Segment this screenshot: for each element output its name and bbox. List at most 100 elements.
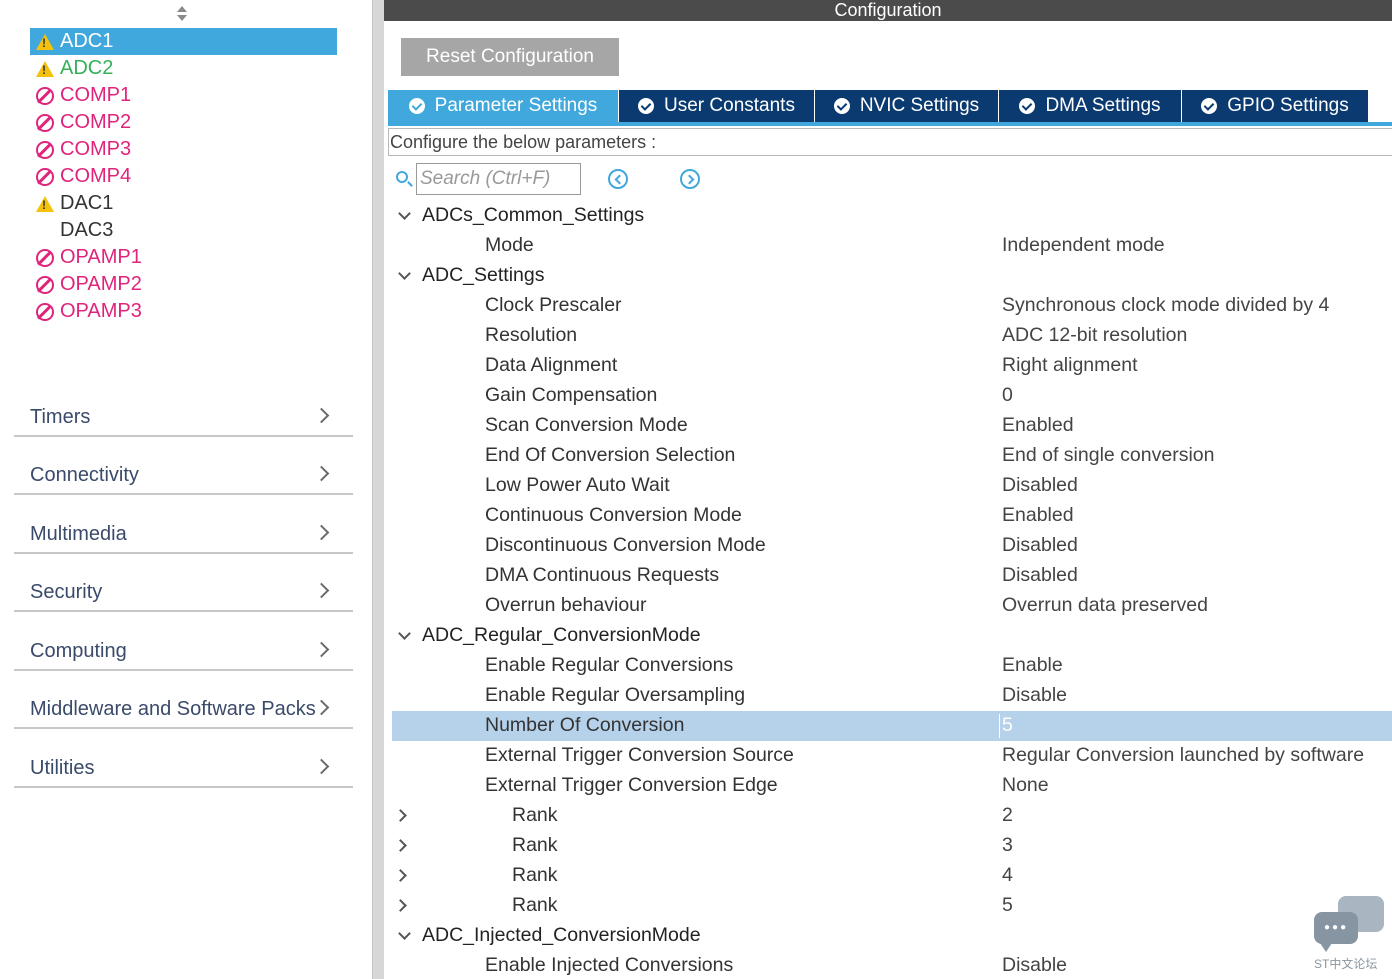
parameter-row[interactable]: Discontinuous Conversion Mode Disabled	[392, 531, 1392, 561]
peripheral-label: ADC2	[60, 57, 114, 79]
peripheral-item[interactable]: ADC1	[30, 28, 337, 55]
chevron-right-icon[interactable]	[394, 869, 407, 882]
settings-tab[interactable]: GPIO Settings	[1182, 90, 1369, 122]
peripheral-item[interactable]: OPAMP3	[30, 298, 337, 325]
parameter-row[interactable]: Enable Regular Conversions Enable	[392, 651, 1392, 681]
text-cursor	[999, 714, 1000, 738]
category-item[interactable]: Multimedia	[14, 495, 353, 554]
category-label: Security	[30, 581, 103, 603]
settings-tab[interactable]: User Constants	[619, 90, 815, 122]
peripheral-label: COMP3	[60, 138, 132, 160]
parameter-row[interactable]: Number Of Conversion 5	[392, 711, 1392, 741]
parameter-value: Disable	[1002, 684, 1068, 706]
peripheral-label: DAC1	[60, 192, 114, 214]
parameter-row[interactable]: DMA Continuous Requests Disabled	[392, 561, 1392, 591]
category-label: Computing	[30, 639, 127, 662]
category-item[interactable]: Connectivity	[14, 437, 353, 495]
parameter-group[interactable]: ADC_Injected_ConversionMode	[392, 921, 1392, 951]
ban-circle	[36, 275, 54, 294]
chevron-right-icon	[313, 582, 330, 599]
chevron-down-icon[interactable]	[398, 627, 411, 640]
parameter-name: Rank	[512, 894, 558, 916]
parameter-group[interactable]: ADC_Settings	[392, 261, 1392, 291]
category-item[interactable]: Middleware and Software Packs	[14, 671, 353, 729]
parameter-row[interactable]: Gain Compensation 0	[392, 381, 1392, 411]
previous-match-icon[interactable]	[608, 169, 628, 189]
settings-tab[interactable]: NVIC Settings	[815, 90, 999, 122]
peripheral-sidebar: ADC1 ADC2 COMP1 COMP2 COMP3 COMP4 DAC1 DAC3 OPAM…	[0, 0, 370, 979]
chevron-right-icon	[313, 524, 330, 540]
chevron-right-icon	[313, 758, 330, 774]
category-label: Multimedia	[30, 522, 127, 545]
parameter-row[interactable]: External Trigger Conversion Source Regula…	[392, 741, 1392, 771]
peripheral-item[interactable]: COMP1	[30, 82, 337, 109]
parameter-row[interactable]: Overrun behaviour Overrun data preserved	[392, 591, 1392, 621]
parameter-value: Enable	[1002, 654, 1063, 676]
parameter-row[interactable]: Clock Prescaler Synchronous clock mode di…	[392, 291, 1392, 321]
disabled-icon	[30, 167, 60, 186]
disabled-icon	[30, 248, 60, 267]
parameter-name: Rank	[512, 834, 558, 856]
parameter-row[interactable]: Mode Independent mode	[392, 231, 1392, 261]
peripheral-label: COMP4	[60, 165, 132, 187]
check-circle-icon	[638, 98, 655, 114]
peripheral-item[interactable]: DAC1	[30, 190, 337, 217]
peripheral-item[interactable]: OPAMP1	[30, 244, 337, 271]
ban-circle	[36, 140, 54, 159]
category-item[interactable]: Utilities	[14, 729, 353, 788]
category-item[interactable]: Computing	[14, 612, 353, 671]
chevron-down-icon[interactable]	[398, 267, 411, 280]
sort-icon[interactable]	[175, 5, 189, 23]
parameter-group[interactable]: ADCs_Common_Settings	[392, 201, 1392, 231]
parameter-name: Number Of Conversion	[485, 714, 685, 736]
chevron-down-icon[interactable]	[398, 207, 411, 220]
parameter-row[interactable]: End Of Conversion Selection End of single…	[392, 441, 1392, 471]
parameter-name: ADC_Injected_ConversionMode	[422, 924, 701, 946]
parameter-row[interactable]: External Trigger Conversion Edge None	[392, 771, 1392, 801]
parameter-row[interactable]: Enable Regular Oversampling Disable	[392, 681, 1392, 711]
parameter-row[interactable]: Rank 4	[392, 861, 1392, 891]
warning-triangle	[36, 33, 54, 50]
parameter-row[interactable]: Enable Injected Conversions Disable	[392, 951, 1392, 979]
parameter-row[interactable]: Resolution ADC 12-bit resolution	[392, 321, 1392, 351]
chevron-right-icon[interactable]	[394, 839, 407, 852]
panel-splitter[interactable]	[372, 0, 384, 979]
parameter-row[interactable]: Low Power Auto Wait Disabled	[392, 471, 1392, 501]
parameter-row[interactable]: Data Alignment Right alignment	[392, 351, 1392, 381]
peripheral-item[interactable]: ADC2	[30, 55, 337, 82]
parameter-row[interactable]: Rank 3	[392, 831, 1392, 861]
parameter-value[interactable]: 5	[1002, 714, 1013, 737]
peripheral-item[interactable]: COMP3	[30, 136, 337, 163]
ban-circle	[36, 167, 54, 186]
chevron-right-icon[interactable]	[394, 809, 407, 822]
parameter-row[interactable]: Continuous Conversion Mode Enabled	[392, 501, 1392, 531]
parameter-name: ADCs_Common_Settings	[422, 204, 645, 226]
parameter-row[interactable]: Rank 2	[392, 801, 1392, 831]
peripheral-item[interactable]: COMP4	[30, 163, 337, 190]
peripheral-item[interactable]: OPAMP2	[30, 271, 337, 298]
reset-configuration-button[interactable]: Reset Configuration	[401, 38, 619, 76]
check-circle-icon	[1019, 98, 1036, 114]
category-item[interactable]: Security	[14, 554, 353, 612]
settings-tab[interactable]: DMA Settings	[999, 90, 1182, 122]
parameter-name: Enable Injected Conversions	[485, 954, 734, 976]
parameter-name: Discontinuous Conversion Mode	[485, 534, 766, 556]
next-match-icon[interactable]	[680, 169, 700, 189]
configure-header: Configure the below parameters :	[388, 128, 1392, 156]
peripheral-label: OPAMP2	[60, 273, 142, 295]
parameter-group[interactable]: ADC_Regular_ConversionMode	[392, 621, 1392, 651]
settings-tab[interactable]: Parameter Settings	[388, 90, 619, 122]
peripheral-label: COMP2	[60, 111, 132, 133]
parameter-row[interactable]: Rank 5	[392, 891, 1392, 921]
peripheral-item[interactable]: DAC3	[30, 217, 337, 244]
search-input[interactable]	[416, 163, 581, 195]
chevron-right-icon[interactable]	[394, 899, 407, 912]
category-item[interactable]: Timers	[14, 378, 353, 437]
peripheral-item[interactable]: COMP2	[30, 109, 337, 136]
parameter-value: Right alignment	[1002, 354, 1138, 376]
parameter-row[interactable]: Scan Conversion Mode Enabled	[392, 411, 1392, 441]
category-list: Timers Connectivity Multimedia Security Comp…	[14, 378, 353, 788]
disabled-icon	[30, 302, 60, 321]
chevron-down-icon[interactable]	[398, 927, 411, 940]
tab-label: GPIO Settings	[1227, 95, 1349, 116]
